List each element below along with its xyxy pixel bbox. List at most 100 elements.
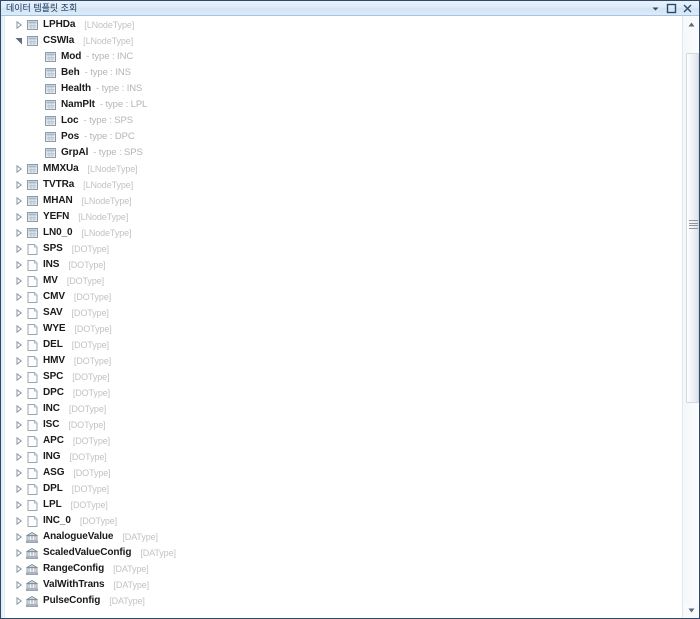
tree-row[interactable]: RangeConfig[DAType] [5,561,674,577]
dotype-icon [25,321,39,337]
tree-row-label: GrpAl [61,145,88,161]
dotype-icon [25,433,39,449]
tree-row[interactable]: DPC[DOType] [5,385,674,401]
collapsed-arrow-icon[interactable] [12,545,25,561]
tree-row[interactable]: DEL[DOType] [5,337,674,353]
tree-row[interactable]: CSWIa[LNodeType] [5,33,674,49]
collapsed-arrow-icon[interactable] [12,577,25,593]
tree-row[interactable]: Pos- type : DPC [5,129,674,145]
tree-row[interactable]: LN0_0[LNodeType] [5,225,674,241]
collapsed-arrow-icon[interactable] [12,561,25,577]
collapsed-arrow-icon[interactable] [12,17,25,33]
collapsed-arrow-icon[interactable] [12,193,25,209]
collapsed-arrow-icon[interactable] [12,369,25,385]
collapsed-arrow-icon[interactable] [12,513,25,529]
tree-row[interactable]: Loc- type : SPS [5,113,674,129]
tree-row[interactable]: LPL[DOType] [5,497,674,513]
tree-row-type: [DOType] [72,241,109,257]
window-title: 데이터 템플릿 조회 [6,3,77,13]
lnodetype-icon [43,97,57,113]
collapsed-arrow-icon[interactable] [12,305,25,321]
tree-row[interactable]: ISC[DOType] [5,417,674,433]
dotype-icon [25,449,39,465]
collapsed-arrow-icon[interactable] [12,321,25,337]
vertical-scrollbar[interactable] [682,16,699,619]
collapsed-arrow-icon[interactable] [12,417,25,433]
tree-row-label: WYE [43,321,65,337]
tree-row[interactable]: SPC[DOType] [5,369,674,385]
tree-row[interactable]: Health - type : INS [5,81,674,97]
tree-row[interactable]: HMV[DOType] [5,353,674,369]
collapsed-arrow-icon[interactable] [12,481,25,497]
tree-row[interactable]: ValWithTrans[DAType] [5,577,674,593]
tree-row-label: DPL [43,481,63,497]
scroll-up-arrow-icon[interactable] [684,17,699,32]
dotype-icon [25,481,39,497]
tree-row[interactable]: CMV[DOType] [5,289,674,305]
tree-row[interactable]: INS[DOType] [5,257,674,273]
tree-row[interactable]: ScaledValueConfig[DAType] [5,545,674,561]
tree-row-type: [DOType] [69,449,106,465]
collapsed-arrow-icon[interactable] [12,465,25,481]
collapsed-arrow-icon[interactable] [12,401,25,417]
collapsed-arrow-icon[interactable] [12,273,25,289]
collapsed-arrow-icon[interactable] [12,529,25,545]
tree-row-label: Health [61,81,91,97]
collapsed-arrow-icon[interactable] [12,289,25,305]
tree-row-type: [DOType] [72,369,109,385]
scroll-down-arrow-icon[interactable] [684,603,699,618]
tree-row[interactable]: WYE[DOType] [5,321,674,337]
twisty-spacer [30,49,43,65]
tree-row[interactable]: ING[DOType] [5,449,674,465]
tree-row[interactable]: MHAN[LNodeType] [5,193,674,209]
dotype-icon [25,369,39,385]
expanded-arrow-icon[interactable] [12,33,25,49]
scrollbar-thumb[interactable] [686,53,699,403]
dotype-icon [25,337,39,353]
collapsed-arrow-icon[interactable] [12,449,25,465]
collapsed-arrow-icon[interactable] [12,497,25,513]
tree-row[interactable]: DPL[DOType] [5,481,674,497]
tree-row-type: [DOType] [73,385,110,401]
tree-row[interactable]: YEFN[LNodeType] [5,209,674,225]
collapsed-arrow-icon[interactable] [12,161,25,177]
tree-row[interactable]: AnalogueValue[DAType] [5,529,674,545]
tree-row[interactable]: MMXUa[LNodeType] [5,161,674,177]
data-template-tree[interactable]: LPHDa[LNodeType]CSWIa[LNodeType]Mod- typ… [5,17,674,619]
tree-row[interactable]: SPS[DOType] [5,241,674,257]
tree-row[interactable]: APC[DOType] [5,433,674,449]
collapsed-arrow-icon[interactable] [12,385,25,401]
tree-row-meta: - type : SPS [83,113,133,129]
tree-row[interactable]: INC[DOType] [5,401,674,417]
twisty-spacer [30,113,43,129]
collapsed-arrow-icon[interactable] [12,241,25,257]
close-icon[interactable] [682,3,693,14]
tree-row[interactable]: NamPlt- type : LPL [5,97,674,113]
tree-row[interactable]: SAV[DOType] [5,305,674,321]
collapsed-arrow-icon[interactable] [12,593,25,609]
tree-row-label: TVTRa [43,177,74,193]
chevron-down-icon[interactable] [650,3,661,14]
collapsed-arrow-icon[interactable] [12,337,25,353]
tree-row[interactable]: Mod- type : INC [5,49,674,65]
scrollbar-track[interactable] [684,32,699,603]
tree-row[interactable]: PulseConfig[DAType] [5,593,674,609]
tree-row[interactable]: GrpAl- type : SPS [5,145,674,161]
collapsed-arrow-icon[interactable] [12,257,25,273]
tree-row[interactable]: ASG[DOType] [5,465,674,481]
tree-row[interactable]: Beh- type : INS [5,65,674,81]
tree-row[interactable]: TVTRa[LNodeType] [5,177,674,193]
collapsed-arrow-icon[interactable] [12,177,25,193]
collapsed-arrow-icon[interactable] [12,225,25,241]
tree-row-meta: - type : INS [96,81,142,97]
tree-row[interactable]: INC_0[DOType] [5,513,674,529]
tree-row-type: [DAType] [122,529,158,545]
collapsed-arrow-icon[interactable] [12,209,25,225]
collapsed-arrow-icon[interactable] [12,353,25,369]
tree-row[interactable]: LPHDa[LNodeType] [5,17,674,33]
collapsed-arrow-icon[interactable] [12,433,25,449]
restore-icon[interactable] [666,3,677,14]
lnodetype-icon [25,177,39,193]
tree-row-type: [LNodeType] [83,33,133,49]
tree-row[interactable]: MV[DOType] [5,273,674,289]
